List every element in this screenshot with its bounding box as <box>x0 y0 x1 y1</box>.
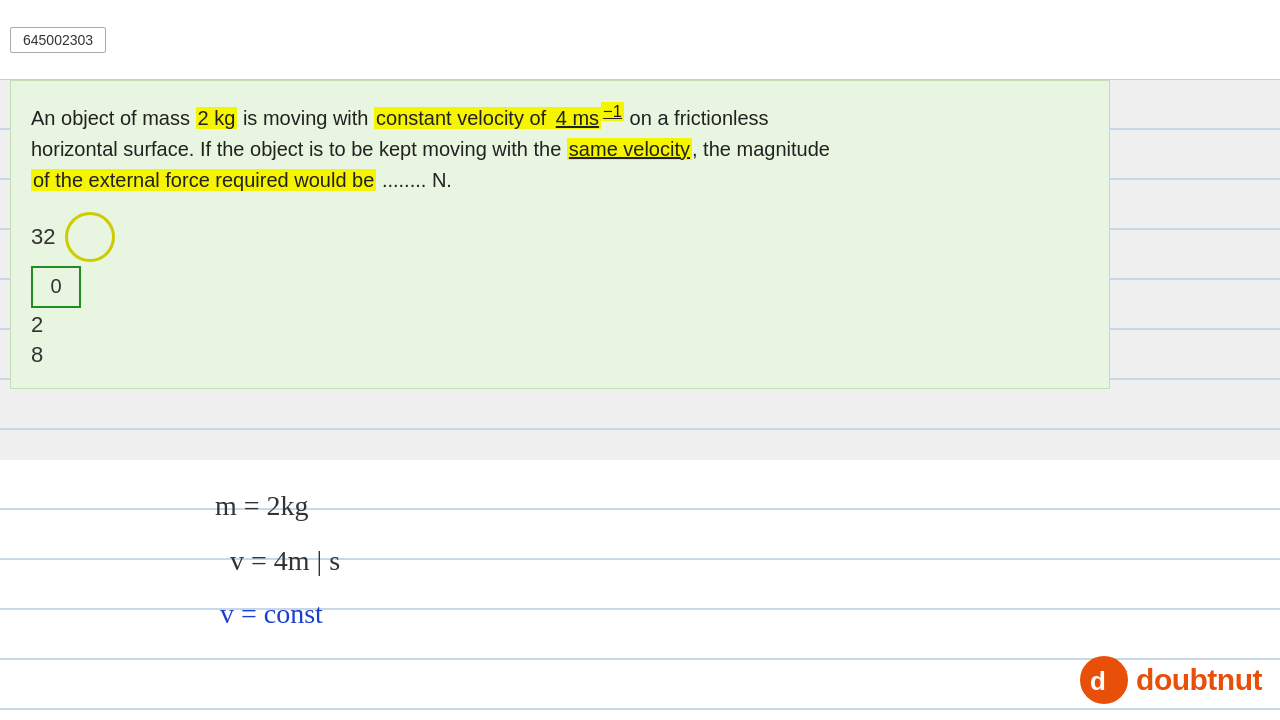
q-superscript: −1 <box>601 102 624 121</box>
q-part2: is moving with <box>237 107 374 129</box>
option-row-2: 2 <box>31 312 1089 338</box>
q-highlight-mass: 2 kg <box>196 107 238 129</box>
hw-line-mass: m = 2kg <box>215 490 309 522</box>
option-label-32: 32 <box>31 224 55 250</box>
doubtnut-logo-text: doubtnut <box>1136 663 1262 697</box>
option-row-8: 8 <box>31 342 1089 368</box>
q-part4: horizontal surface. If the object is to … <box>31 138 567 160</box>
option-circle-32 <box>65 212 115 262</box>
question-area: An object of mass 2 kg is moving with co… <box>10 80 1110 389</box>
top-bar: 645002303 <box>0 0 1280 80</box>
option-value-0: 0 <box>50 275 61 298</box>
option-row-32: 32 <box>31 212 1089 262</box>
option-box-0: 0 <box>31 266 81 308</box>
option-label-8: 8 <box>31 342 51 368</box>
doubtnut-logo-icon: d <box>1078 654 1130 706</box>
q-part3: on a frictionless <box>624 107 769 129</box>
q-part6: of the external force required would be <box>31 169 376 191</box>
option-row-0: 0 <box>31 266 1089 308</box>
q-part5: , the magnitude <box>692 138 830 160</box>
logo-area: d doubtnut <box>1078 654 1262 706</box>
question-id: 645002303 <box>10 27 106 53</box>
q-highlight-velocity: constant velocity of <box>374 107 554 129</box>
svg-text:d: d <box>1090 666 1106 696</box>
question-text: An object of mass 2 kg is moving with co… <box>31 99 1089 196</box>
q-part7: ........ N. <box>376 169 452 191</box>
hw-line-const: v = const <box>220 598 323 630</box>
q-highlight-same-velocity: same velocity <box>567 138 692 160</box>
options-area: 32 0 2 8 <box>31 212 1089 368</box>
q-part1: An object of mass <box>31 107 196 129</box>
q-highlight-value: 4 ms <box>554 107 601 129</box>
option-label-2: 2 <box>31 312 51 338</box>
hw-line-velocity: v = 4m | s <box>230 545 340 577</box>
